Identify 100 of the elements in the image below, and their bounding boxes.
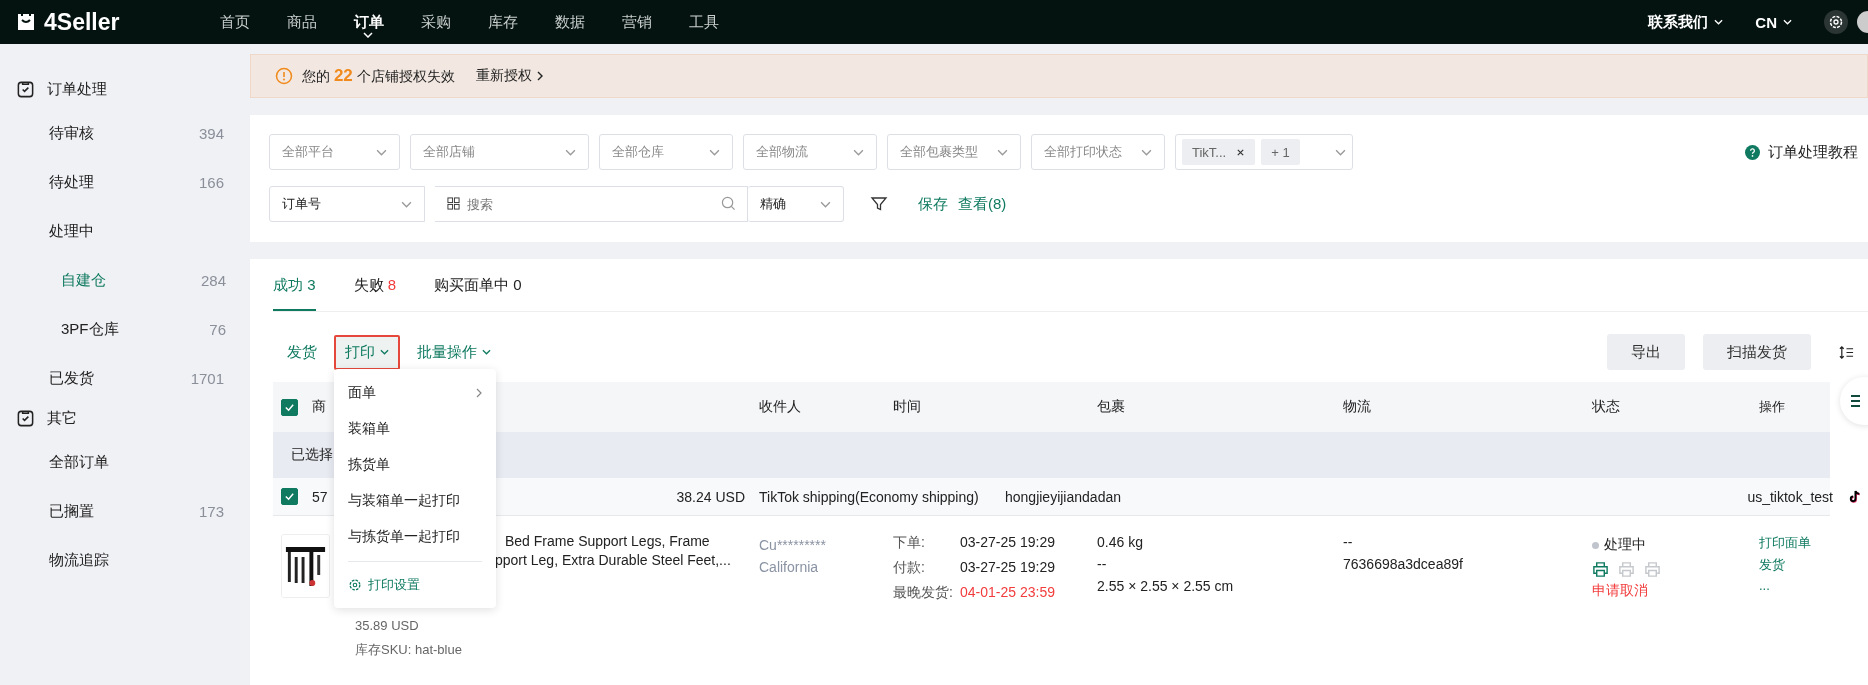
toolbar-action[interactable]: 发货 <box>273 334 328 370</box>
product-title[interactable]: Bed Frame Support Legs, Frame pport Leg, Extra Durable Steel Feet,... <box>495 532 731 570</box>
filter-select[interactable]: 全部包裹类型 <box>887 134 1021 170</box>
filter-select[interactable]: 全部平台 <box>269 134 400 170</box>
nav-item[interactable]: 库存 <box>488 0 555 44</box>
sidebar-item[interactable]: 处理中 <box>0 207 250 256</box>
caret-icon <box>380 349 389 355</box>
menu-item[interactable]: 装箱单 <box>334 411 496 447</box>
nav-item[interactable]: 订单 <box>354 0 421 44</box>
column-header: 收件人 <box>759 398 801 414</box>
caret-icon <box>1335 148 1346 156</box>
sidebar-group-title[interactable]: 其它 <box>47 408 77 428</box>
time-label: 付款: <box>893 559 926 577</box>
nav-item[interactable]: 采购 <box>421 0 488 44</box>
carrier-name: hongjieyijiandadan <box>1005 488 1121 505</box>
package-info: 0.46 kg <box>1097 534 1144 552</box>
caret-icon <box>1714 19 1724 25</box>
operation-link[interactable]: ... <box>1759 578 1830 593</box>
toolbar-button[interactable]: 导出 <box>1607 334 1685 370</box>
checkbox[interactable] <box>281 398 298 416</box>
avatar-icon[interactable] <box>1856 10 1868 34</box>
printer-icon[interactable] <box>1592 560 1609 578</box>
contact-menu[interactable]: 联系我们 <box>1648 12 1724 32</box>
toolbar-button[interactable]: 扫描发货 <box>1703 334 1811 370</box>
recipient-name: Cu********* <box>759 536 827 555</box>
nav-item[interactable]: 工具 <box>689 0 756 44</box>
caret-icon <box>1141 148 1152 156</box>
caret-icon <box>1783 19 1792 25</box>
nav-item[interactable]: 首页 <box>220 0 287 44</box>
search-field[interactable]: 搜索 <box>435 186 748 222</box>
nav-item[interactable]: 商品 <box>287 0 354 44</box>
filter-select[interactable]: 全部打印状态 <box>1031 134 1165 170</box>
caret-icon <box>376 148 387 156</box>
sidebar-item[interactable]: 待审核 394 <box>0 109 250 158</box>
status-dot <box>1592 541 1599 549</box>
sidebar-item[interactable]: 3PF仓库 76 <box>0 305 250 354</box>
tab[interactable]: 购买面单中 0 <box>434 276 522 311</box>
sidebar-item[interactable]: 物流追踪 <box>0 536 250 585</box>
order-status: 处理中 <box>1604 536 1646 554</box>
nav-item[interactable]: 数据 <box>555 0 622 44</box>
search-type-select[interactable]: 订单号 <box>269 186 425 222</box>
settings-icon[interactable] <box>1824 10 1848 34</box>
column-header: 时间 <box>893 398 921 414</box>
sidebar-group-title[interactable]: 订单处理 <box>47 79 107 99</box>
package-info: -- <box>1097 556 1108 574</box>
tab[interactable]: 成功 3 <box>273 276 316 311</box>
product-price: 35.89 USD <box>355 618 420 633</box>
product-sku: 库存SKU: hat-blue <box>355 641 463 659</box>
column-header: 商 <box>312 398 326 416</box>
reauthorize-link[interactable]: 重新授权 <box>475 67 543 85</box>
language-menu[interactable]: CN <box>1755 13 1792 31</box>
menu-item[interactable]: 面单 <box>334 375 496 411</box>
operation-link[interactable]: 发货 <box>1759 556 1830 574</box>
note-icon <box>1847 489 1862 504</box>
check-icon <box>284 401 295 413</box>
caret-icon <box>482 349 491 355</box>
sidebar-item[interactable]: 自建仓 284 <box>0 256 250 305</box>
sidebar-item[interactable]: 全部订单 <box>0 438 250 487</box>
toolbar-action[interactable]: 批量操作 <box>406 334 502 370</box>
time-label: 最晚发货: <box>893 584 954 602</box>
order-total: 38.24 USD <box>676 488 745 505</box>
menu-item[interactable]: 拣货单 <box>334 447 496 483</box>
tag-select[interactable]: TikT... + 1 <box>1175 134 1353 170</box>
filter-icon[interactable] <box>870 195 888 213</box>
caret-icon <box>820 200 831 208</box>
check-icon <box>284 491 295 502</box>
column-header: 状态 <box>1592 398 1620 414</box>
operation-link[interactable]: 打印面单 <box>1759 534 1830 552</box>
filter-select[interactable]: 全部店铺 <box>410 134 589 170</box>
alert-message: 您的 22 个店铺授权失效 <box>302 66 455 86</box>
cancel-request-link[interactable]: 申请取消 <box>1592 582 1648 598</box>
time-value: 03-27-25 19:29 <box>960 559 1055 577</box>
sidebar-item[interactable]: 已搁置 173 <box>0 487 250 536</box>
filter-select[interactable]: 全部物流 <box>743 134 877 170</box>
checkbox[interactable] <box>281 488 298 505</box>
help-link[interactable]: 订单处理教程 <box>1745 142 1858 162</box>
logo-text[interactable]: 4Seller <box>44 8 120 36</box>
sidebar-item[interactable]: 待处理 166 <box>0 158 250 207</box>
order-number: 57 <box>312 488 328 505</box>
menu-item[interactable]: 与装箱单一起打印 <box>334 483 496 519</box>
print-settings-link[interactable]: 打印设置 <box>334 568 496 602</box>
menu-item[interactable]: 与拣货单一起打印 <box>334 519 496 555</box>
sidebar-item[interactable]: 已发货 1701 <box>0 354 250 403</box>
close-icon[interactable] <box>1236 147 1246 157</box>
toolbar-action[interactable]: 打印 <box>334 334 400 370</box>
search-icon[interactable] <box>721 196 736 211</box>
match-select[interactable]: 精确 <box>748 186 844 222</box>
tracking-info: 7636698a3dcea89f <box>1343 556 1464 574</box>
chevron-icon <box>476 388 482 398</box>
view-link[interactable]: 查看(8) <box>958 194 1007 214</box>
recipient-region: California <box>759 558 820 577</box>
caret-icon <box>363 32 373 38</box>
filter-select[interactable]: 全部仓库 <box>599 134 733 170</box>
filter-tag: TikT... <box>1182 139 1256 165</box>
save-link[interactable]: 保存 <box>918 194 948 214</box>
nav-item[interactable]: 营销 <box>622 0 689 44</box>
column-settings-icon[interactable] <box>1839 344 1854 360</box>
caret-icon <box>997 148 1008 156</box>
tab[interactable]: 失败 8 <box>353 276 397 311</box>
store-name: us_tiktok_test <box>1747 488 1833 505</box>
